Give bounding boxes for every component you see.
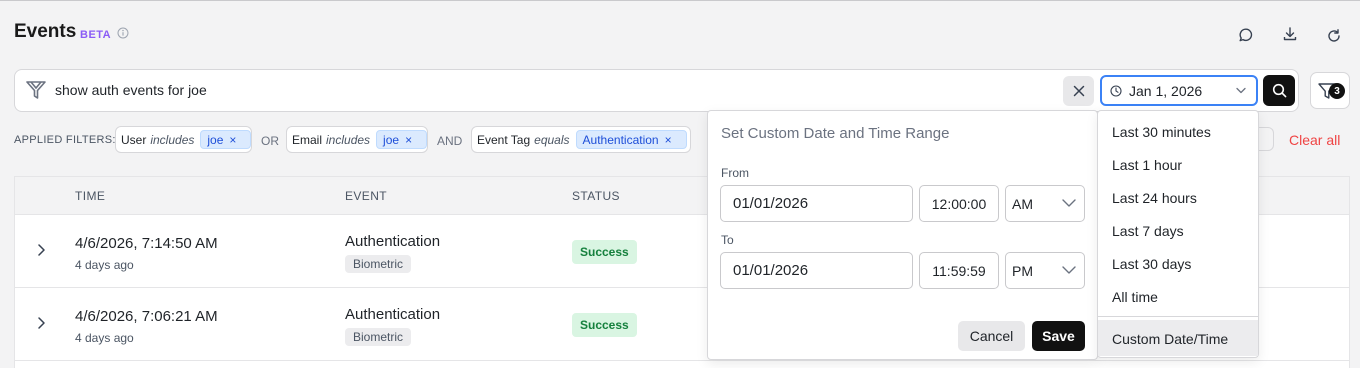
search-button[interactable] [1263,75,1295,106]
chevron-down-icon [1236,87,1246,94]
filter-value-text: Authentication [582,132,659,147]
preset-last-30-days[interactable]: Last 30 days [1112,256,1191,272]
filter-conjunction-or: OR [261,134,279,148]
filter-chip-user[interactable]: User includes joe × [115,126,252,153]
event-relative-time: 4 days ago [75,331,134,345]
popover-title: Set Custom Date and Time Range [721,125,950,142]
date-preset-menu: Last 30 minutes Last 1 hour Last 24 hour… [1097,110,1259,358]
event-tag: Biometric [345,328,412,346]
filter-conjunction-and: AND [437,134,463,148]
close-icon [1073,85,1085,97]
chevron-down-icon [1062,199,1076,207]
to-ampm-value: PM [1012,262,1033,279]
to-ampm-select[interactable]: PM [1005,252,1085,289]
search-input[interactable]: show auth events for joe [55,82,207,98]
clear-search-button[interactable] [1063,76,1094,106]
clear-all-link[interactable]: Clear all [1289,132,1340,148]
applied-filters-label: APPLIED FILTERS: [14,134,116,146]
filter-count-badge: 3 [1329,83,1345,99]
filter-operator: equals [534,132,570,147]
column-header-status[interactable]: STATUS [572,189,620,203]
chevron-right-icon[interactable] [37,243,46,257]
filter-value-text: joe [383,132,400,147]
filter-operator: includes [150,132,195,147]
event-name: Authentication [345,306,441,323]
filter-field: Event Tag [477,132,531,147]
filter-chip-email[interactable]: Email includes joe × [286,126,428,153]
to-time-input[interactable]: 11:59:59 [919,252,999,289]
page-title: Events [14,21,77,42]
preset-last-1-hour[interactable]: Last 1 hour [1112,157,1182,173]
remove-filter-icon[interactable]: × [665,133,672,147]
event-time: 4/6/2026, 7:14:50 AM [75,235,218,252]
preset-last-24-hours[interactable]: Last 24 hours [1112,190,1197,206]
chevron-down-icon [1062,266,1076,274]
filter-value: joe × [200,130,252,149]
from-date-input[interactable]: 01/01/2026 [720,185,913,222]
menu-divider [1098,316,1258,317]
beta-badge: BETA [80,29,112,41]
info-icon[interactable] [117,27,129,39]
preset-all-time[interactable]: All time [1112,289,1158,305]
from-label: From [721,166,749,180]
filter-field: Email [292,132,323,147]
filter-value: joe × [376,130,428,149]
to-date-input[interactable]: 01/01/2026 [720,252,913,289]
date-range-value: Jan 1, 2026 [1129,83,1203,99]
from-ampm-select[interactable]: AM [1005,185,1085,222]
filter-field: User [121,132,147,147]
status-badge: Success [572,313,637,337]
preset-custom-date-time[interactable]: Custom Date/Time [1112,331,1228,347]
filter-value-text: joe [207,132,224,147]
comment-icon[interactable] [1238,27,1254,43]
preset-last-30-minutes[interactable]: Last 30 minutes [1112,124,1211,140]
event-tag: Biometric [345,255,412,273]
brand-logo-icon [26,81,46,99]
event-relative-time: 4 days ago [75,258,134,272]
from-time-input[interactable]: 12:00:00 [919,185,999,222]
filter-value: Authentication × [575,130,687,149]
download-icon[interactable] [1282,26,1298,42]
chevron-right-icon[interactable] [37,316,46,330]
event-name: Authentication [345,233,441,250]
remove-filter-icon[interactable]: × [229,133,236,147]
search-icon [1272,83,1287,98]
clock-icon [1110,85,1122,97]
remove-filter-icon[interactable]: × [405,133,412,147]
from-ampm-value: AM [1012,195,1033,212]
date-range-select[interactable]: Jan 1, 2026 [1100,75,1258,106]
status-badge: Success [572,240,637,264]
custom-date-range-popover: Set Custom Date and Time Range From 01/0… [707,110,1098,360]
preset-last-7-days[interactable]: Last 7 days [1112,223,1184,239]
column-header-time[interactable]: TIME [75,189,105,203]
to-label: To [721,233,734,247]
filter-chip-event-tag[interactable]: Event Tag equals Authentication × [471,126,691,153]
filter-operator: includes [326,132,371,147]
column-header-event[interactable]: EVENT [345,189,387,203]
refresh-icon[interactable] [1326,28,1342,44]
event-time: 4/6/2026, 7:06:21 AM [75,308,218,325]
cancel-button[interactable]: Cancel [958,321,1025,351]
save-button[interactable]: Save [1032,321,1085,351]
